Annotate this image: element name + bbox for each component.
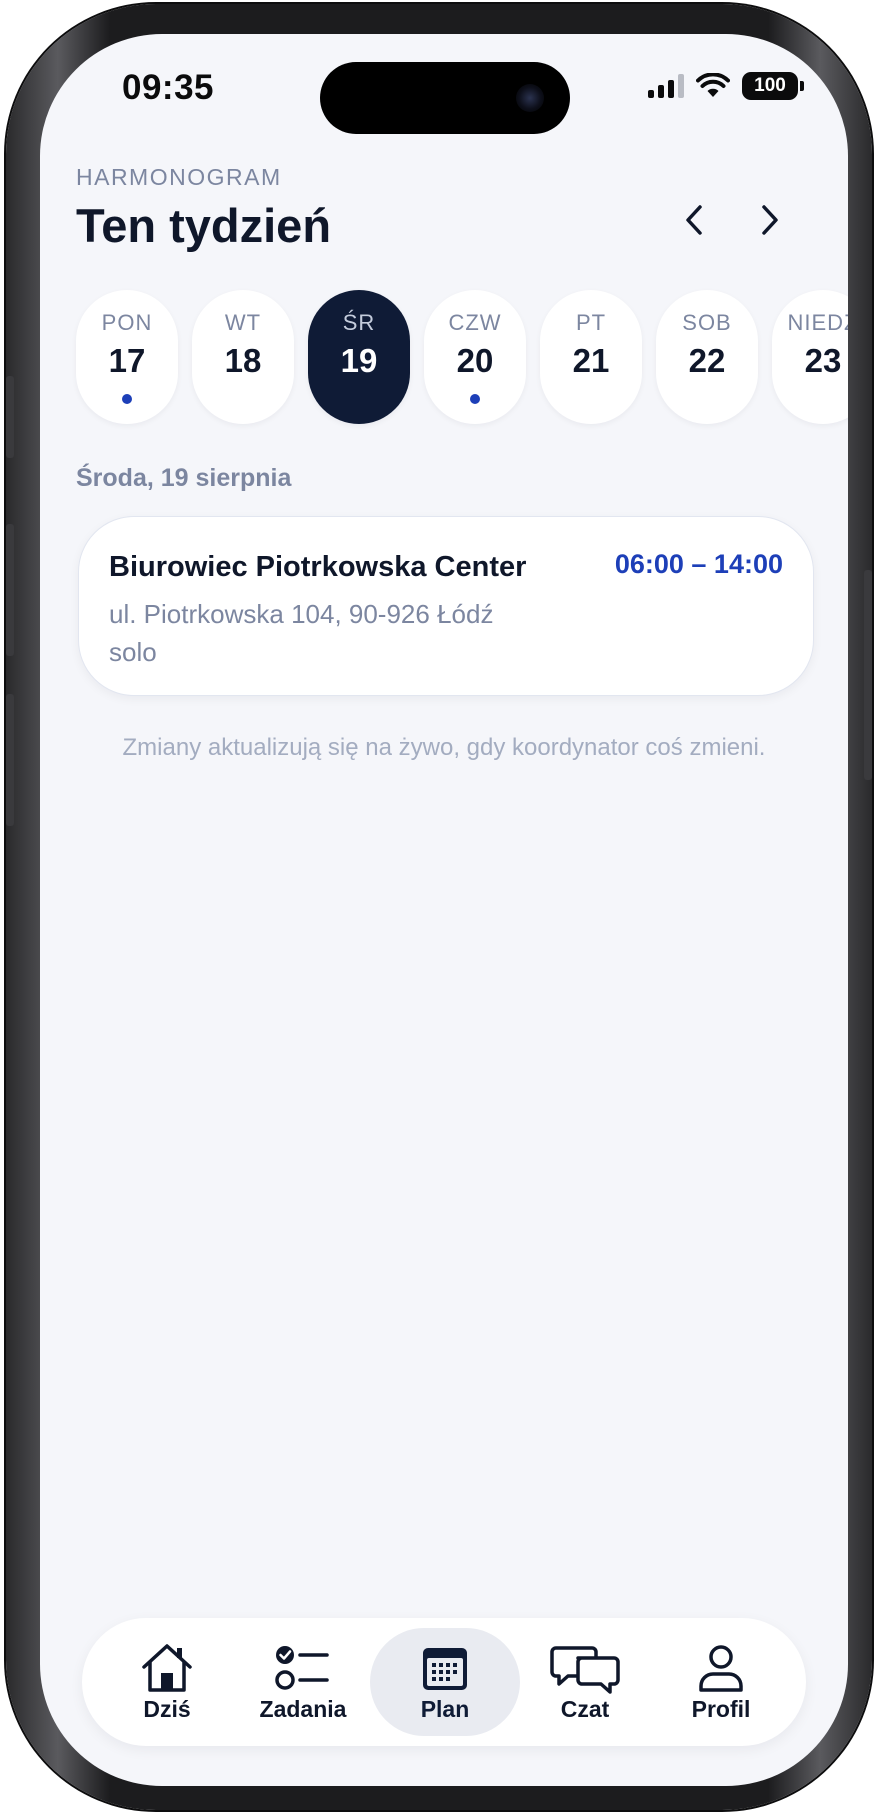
- week-day-strip: PON 17 WT 18 ŚR 19 CZW 20 PT 21 SOB 22 N…: [76, 290, 848, 426]
- status-icons: 100: [648, 72, 804, 100]
- day-number: 21: [572, 342, 610, 379]
- chat-icon: [550, 1646, 620, 1694]
- next-week-button[interactable]: [742, 192, 798, 248]
- phone-frame: 09:35 100 HARMONOGRAM Ten tydzień PON 17…: [6, 4, 872, 1810]
- day-number: 19: [340, 342, 378, 379]
- day-sat[interactable]: SOB 22: [656, 290, 758, 424]
- power-button: [864, 570, 872, 780]
- event-dot-icon: [122, 394, 132, 404]
- day-name: PON: [101, 310, 153, 335]
- battery-level: 100: [754, 75, 786, 96]
- day-number: 18: [224, 342, 262, 379]
- day-number: 17: [108, 342, 146, 379]
- day-wed[interactable]: ŚR 19: [308, 290, 410, 424]
- day-tue[interactable]: WT 18: [192, 290, 294, 424]
- day-number: 22: [688, 342, 726, 379]
- tab-tasks[interactable]: Zadania: [228, 1628, 378, 1736]
- volume-down-button: [6, 694, 14, 826]
- shift-time: 06:00 – 14:00: [614, 549, 783, 579]
- day-name: PT: [575, 310, 607, 335]
- tab-label: Czat: [560, 1696, 610, 1722]
- cellular-signal-icon: [648, 74, 684, 98]
- day-number: 20: [456, 342, 494, 379]
- volume-up-button: [6, 524, 14, 656]
- live-update-info: Zmiany aktualizują się na żywo, gdy koor…: [122, 734, 766, 761]
- tab-profile[interactable]: Profil: [646, 1628, 796, 1736]
- home-icon: [142, 1644, 192, 1692]
- chevron-right-icon: [762, 205, 778, 235]
- camera-icon: [516, 84, 544, 112]
- shift-location-title: Biurowiec Piotrkowska Center: [109, 551, 527, 583]
- day-name: SOB: [682, 310, 732, 335]
- bottom-tab-bar: Dziś Zadania Plan Czat Profil: [82, 1618, 806, 1746]
- tab-label: Profil: [691, 1696, 751, 1722]
- page-title: Ten tydzień: [76, 199, 332, 252]
- status-time: 09:35: [122, 68, 215, 107]
- day-name: WT: [224, 310, 262, 335]
- tab-label: Dziś: [143, 1696, 191, 1722]
- day-thu[interactable]: CZW 20: [424, 290, 526, 424]
- shift-note: solo: [109, 637, 157, 667]
- day-number: 23: [804, 342, 842, 379]
- user-icon: [699, 1645, 743, 1692]
- day-name: CZW: [448, 310, 502, 335]
- day-sun[interactable]: NIEDZ 23: [772, 290, 848, 424]
- dynamic-island: [320, 62, 570, 134]
- day-fri[interactable]: PT 21: [540, 290, 642, 424]
- screen: 09:35 100 HARMONOGRAM Ten tydzień PON 17…: [40, 34, 848, 1786]
- tab-chat[interactable]: Czat: [510, 1628, 660, 1736]
- tab-label: Plan: [420, 1696, 470, 1722]
- action-button: [6, 376, 14, 458]
- day-mon[interactable]: PON 17: [76, 290, 178, 424]
- shift-card[interactable]: Biurowiec Piotrkowska Center 06:00 – 14:…: [78, 516, 814, 696]
- previous-week-button[interactable]: [666, 192, 722, 248]
- selected-date-label: Środa, 19 sierpnia: [76, 464, 292, 492]
- battery-icon: 100: [742, 72, 804, 100]
- event-dot-icon: [470, 394, 480, 404]
- day-name: NIEDZ: [787, 310, 849, 335]
- chevron-left-icon: [686, 205, 702, 235]
- shift-address: ul. Piotrkowska 104, 90-926 Łódź: [109, 599, 494, 629]
- tab-label: Zadania: [259, 1696, 347, 1722]
- checklist-icon: [275, 1646, 329, 1690]
- tab-today[interactable]: Dziś: [92, 1628, 242, 1736]
- calendar-icon: [423, 1648, 467, 1690]
- tab-plan[interactable]: Plan: [370, 1628, 520, 1736]
- section-eyebrow: HARMONOGRAM: [76, 164, 282, 190]
- day-name: ŚR: [342, 310, 376, 335]
- wifi-icon: [696, 73, 730, 97]
